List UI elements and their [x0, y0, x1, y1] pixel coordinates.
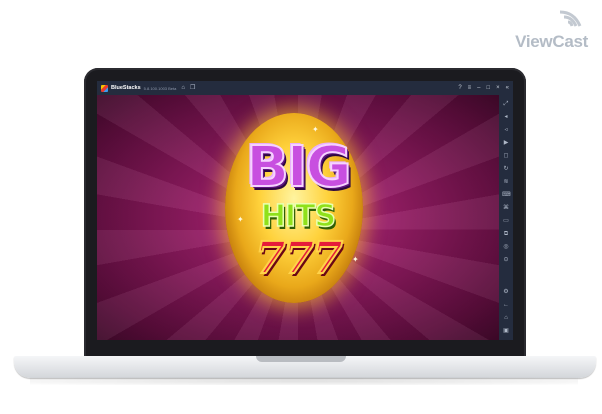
laptop-shadow — [30, 377, 578, 385]
logo-big: BIG — [245, 134, 352, 201]
emulator-titlebar: BlueStacks 5.8.100.1003 Beta ⌂ ❐ ? ≡ – □… — [97, 81, 513, 95]
keyboard-controls-icon[interactable]: ⌨ — [502, 191, 511, 199]
viewcast-watermark: ViewCast — [506, 6, 588, 52]
folder-icon[interactable]: ▭ — [502, 217, 510, 225]
shake-icon[interactable]: ≋ — [502, 178, 510, 186]
back-icon[interactable]: ← — [502, 301, 510, 309]
window-controls: ? ≡ – □ × « — [458, 81, 509, 95]
logo-777: 777 — [254, 232, 344, 285]
maximize-icon[interactable]: □ — [487, 81, 491, 95]
location-icon[interactable]: ⊙ — [502, 256, 510, 264]
emulator-sidebar: ⤢ ◂ ◃ ▶ ◻ ↻ ≋ ⌨ ⌘ ▭ ⧉ ◎ ⊙ ⚙ ← ⌂ ▣ — [499, 95, 513, 340]
bluestacks-logo-icon — [101, 84, 108, 92]
fullscreen-icon[interactable]: ⤢ — [502, 100, 510, 108]
multi-instance-sync-icon[interactable]: ⧉ — [502, 230, 510, 238]
minimize-icon[interactable]: – — [477, 81, 480, 95]
game-screen[interactable]: ✦ ✦ ✦ BIG HITS 777 — [97, 95, 499, 340]
screenshot-icon[interactable]: ◻ — [502, 152, 510, 160]
volume-down-icon[interactable]: ◃ — [502, 126, 510, 134]
app-name: BlueStacks — [111, 85, 141, 91]
home-icon[interactable]: ⌂ — [502, 314, 510, 322]
emulator-window: BlueStacks 5.8.100.1003 Beta ⌂ ❐ ? ≡ – □… — [97, 81, 513, 340]
eco-mode-icon[interactable]: ◎ — [502, 243, 510, 251]
laptop-base-notch — [256, 356, 346, 362]
volume-up-icon[interactable]: ◂ — [502, 113, 510, 121]
help-icon[interactable]: ? — [458, 81, 461, 95]
macro-icon[interactable]: ⌘ — [502, 204, 510, 212]
logo-hits: HITS — [260, 198, 337, 235]
home-icon[interactable]: ⌂ — [181, 81, 185, 95]
multi-instance-icon[interactable]: ❐ — [190, 81, 195, 95]
app-version: 5.8.100.1003 Beta — [143, 85, 177, 91]
close-icon[interactable]: × — [496, 81, 500, 95]
settings-icon[interactable]: ⚙ — [502, 288, 510, 296]
sparkle-icon: ✦ — [312, 125, 319, 134]
watermark-text: ViewCast — [515, 32, 588, 51]
screen-record-icon[interactable]: ▶ — [502, 139, 510, 147]
signal-waves-icon — [559, 10, 582, 27]
rotate-icon[interactable]: ↻ — [502, 165, 510, 173]
menu-icon[interactable]: ≡ — [468, 81, 472, 95]
recent-apps-icon[interactable]: ▣ — [502, 327, 510, 335]
collapse-sidebar-icon[interactable]: « — [506, 81, 509, 95]
